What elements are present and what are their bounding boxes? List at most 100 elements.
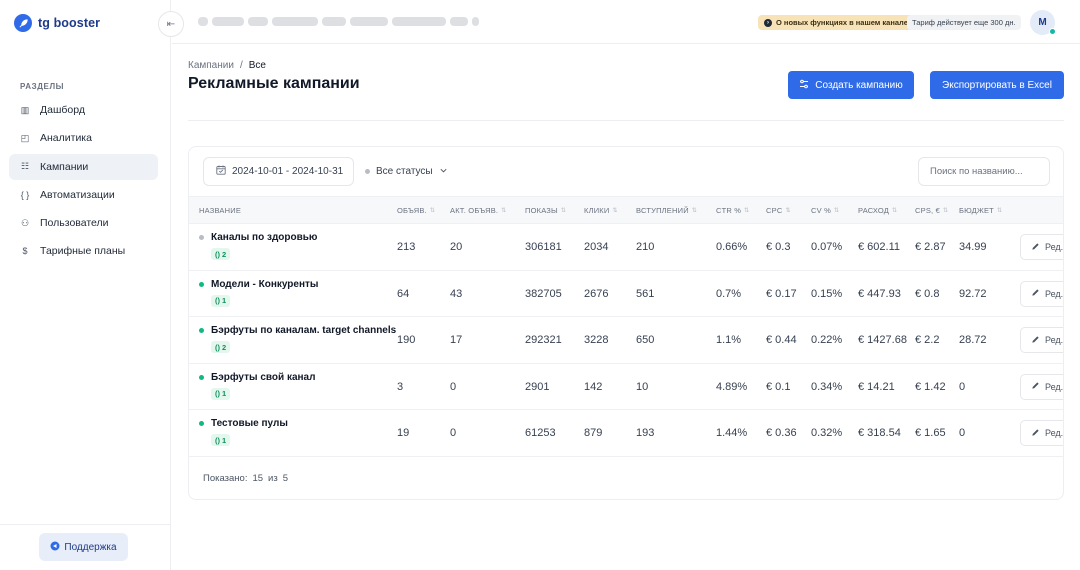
sidebar-item-label: Аналитика [40, 132, 92, 145]
col-spend-cell: € 602.11 [858, 241, 901, 253]
sidebar-item-2[interactable]: ☷ Кампании [9, 153, 158, 180]
edit-label: Ред. [1045, 242, 1064, 252]
breadcrumb: Кампании / Все [188, 60, 266, 71]
campaign-name[interactable]: Каналы по здоровью [211, 232, 317, 243]
campaign-name[interactable]: Бэрфуты по каналам. target channels [211, 325, 396, 336]
channel-count-badge: () 1 [211, 387, 231, 400]
pagination-info: Показано: 15 из 5 [203, 473, 288, 484]
col-ads-cell: 3 [397, 380, 404, 393]
table-row[interactable]: Бэрфуты по каналам. target channels () 2 19… [189, 317, 1063, 364]
col-cps-cell: € 0.8 [915, 287, 940, 300]
channel-count-badge: () 2 [211, 341, 231, 353]
sort-icon: ⇅ [612, 208, 618, 214]
pencil-icon [1031, 242, 1040, 253]
edit-button[interactable]: Ред. [1020, 327, 1063, 353]
pencil-icon [1031, 381, 1040, 392]
edit-button[interactable]: Ред. [1020, 280, 1063, 307]
channel-count: 1 [222, 435, 227, 445]
chevron-down-icon [439, 166, 448, 178]
sidebar-item-1[interactable]: ◰ Аналитика [9, 125, 158, 151]
collapse-sidebar-button[interactable]: ⇤ [158, 11, 184, 37]
col-cv-cell: 0.32% [811, 427, 843, 439]
table-row[interactable]: Тестовые пулы () 1 19 0 61253 879 193 1.44% € 0.3… [189, 410, 1063, 457]
table-row[interactable]: Бэрфуты свой канал() 1 3 0 2901 142 10 4.89% € 0… [189, 364, 1063, 410]
col-ctr-cell: 4.89% [716, 380, 748, 393]
sort-icon: ⇅ [691, 208, 698, 214]
create-campaign-button[interactable]: Создать кампанию [788, 71, 914, 99]
status-dot-icon [199, 328, 204, 333]
edit-button[interactable]: Ред. [1020, 234, 1064, 260]
channel-count: 1 [222, 389, 227, 398]
export-excel-button[interactable]: Экспортировать в Excel [930, 71, 1064, 99]
calendar-icon [216, 165, 226, 178]
status-filter[interactable]: Все статусы [365, 157, 448, 186]
col-ads-cell: 190 [397, 334, 416, 346]
col-spend-cell: € 1427.68 [858, 334, 907, 346]
campaign-name[interactable]: Тестовые пулы [211, 418, 288, 429]
channel-count: 2 [222, 342, 227, 352]
col-active-ads-cell: 0 [450, 427, 457, 439]
col-impressions-cell: 2901 [525, 380, 550, 393]
sidebar-item-label: Автоматизации [40, 188, 115, 201]
col-clicks-header[interactable]: КЛИКИ ⇅ [584, 206, 618, 215]
campaign-name[interactable]: Бэрфуты свой канал [211, 372, 315, 383]
col-budget-cell: 34.99 [959, 241, 987, 253]
col-cps-header[interactable]: CPS, € ⇅ [915, 206, 948, 215]
table-row[interactable]: Модели - Конкуренты () 1 64 43 382705 2676 561 0… [189, 271, 1063, 317]
channel-count: 1 [222, 296, 227, 305]
sidebar-item-label: Дашборд [40, 104, 85, 116]
sort-icon: ⇅ [429, 208, 436, 214]
col-ctr-header[interactable]: CTR % ⇅ [716, 206, 749, 215]
sidebar-item-3[interactable]: { } Автоматизации [9, 182, 158, 208]
col-cpc-cell: € 0.1 [766, 380, 791, 393]
breadcrumb-root[interactable]: Кампании [188, 60, 234, 71]
sidebar-item-5[interactable]: $ Тарифные планы [9, 238, 158, 264]
sort-icon: ⇅ [785, 208, 791, 214]
logo[interactable]: tg booster [14, 14, 100, 32]
sidebar: tg booster РАЗДЕЛЫ ▥ Дашборд ◰ Аналитика ☷ Ка… [0, 0, 171, 570]
column-header-label: CPC [766, 206, 783, 215]
col-ctr-cell: 0.66% [716, 241, 748, 253]
breadcrumb-separator: / [239, 60, 243, 71]
col-impressions-cell: 382705 [525, 287, 562, 300]
col-cps-cell: € 1.65 [915, 427, 946, 439]
edit-button[interactable]: Ред. [1020, 420, 1063, 446]
col-impressions-header[interactable]: ПОКАЗЫ ⇅ [525, 206, 566, 215]
campaign-name-cell: Бэрфуты по каналам. target channels () 2 [199, 325, 396, 353]
col-budget-header[interactable]: БЮДЖЕТ ⇅ [959, 206, 1002, 215]
table-row[interactable]: Каналы по здоровью () 2 213 20 306181 2034 210 0… [189, 224, 1064, 271]
collapse-icon: ⇤ [166, 18, 176, 30]
col-spend-header[interactable]: РАСХОД ⇅ [858, 206, 897, 215]
column-header-label: КЛИКИ [584, 206, 610, 215]
sidebar-item-0[interactable]: ▥ Дашборд [9, 97, 158, 123]
col-budget-cell: 0 [959, 380, 966, 393]
edit-button[interactable]: Ред. [1020, 373, 1063, 400]
sidebar-item-4[interactable]: ⚇ Пользователи [9, 210, 158, 236]
column-header-label: CPS, € [915, 206, 940, 215]
column-header-label: CV % [811, 206, 831, 215]
campaign-name-cell: Модели - Конкуренты () 1 [199, 279, 318, 307]
shown-count: 15 [252, 473, 264, 484]
shown-label: Показано: [203, 473, 248, 484]
of-label: из [268, 473, 278, 484]
col-joins-header[interactable]: ВСТУПЛЕНИЙ ⇅ [636, 206, 697, 215]
news-notice-badge[interactable]: › О новых функциях в нашем канале [758, 15, 914, 30]
notice-text: О новых функциях в нашем канале [776, 18, 908, 27]
col-impressions-cell: 292321 [525, 334, 562, 346]
sort-icon: ⇅ [560, 208, 567, 214]
col-active-ads-header[interactable]: АКТ. ОБЪЯВ. ⇅ [450, 206, 506, 215]
col-active-ads-cell: 0 [450, 380, 457, 393]
search-input[interactable] [918, 157, 1050, 186]
col-ads-header[interactable]: ОБЪЯВ. ⇅ [397, 206, 435, 215]
col-ctr-cell: 0.7% [716, 287, 742, 300]
col-cv-header[interactable]: CV % ⇅ [811, 206, 839, 215]
total-count: 5 [282, 473, 289, 484]
col-clicks-cell: 2034 [584, 241, 609, 253]
campaign-name[interactable]: Модели - Конкуренты [211, 279, 318, 290]
support-button[interactable]: Поддержка [39, 533, 128, 561]
column-header-label: НАЗВАНИЕ [199, 206, 242, 215]
sidebar-divider [0, 524, 171, 525]
date-range-picker[interactable]: 2024-10-01 - 2024-10-31 [203, 157, 354, 186]
col-cps-cell: € 2.87 [915, 241, 946, 253]
col-cpc-header[interactable]: CPC ⇅ [766, 206, 791, 215]
